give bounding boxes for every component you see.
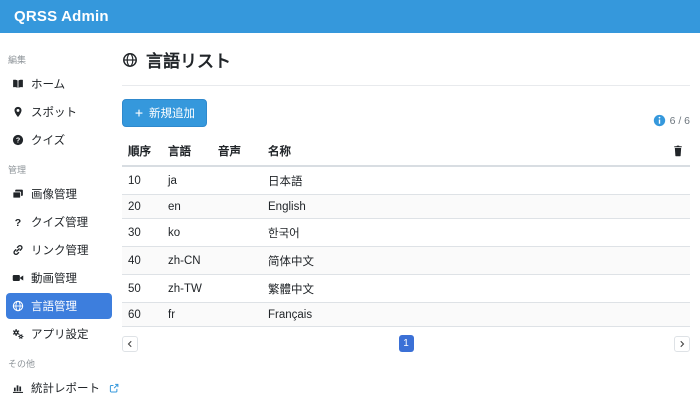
pagination: 1 <box>122 335 690 352</box>
column-header: 順序 <box>122 137 162 167</box>
table-cell: 简体中文 <box>262 246 660 275</box>
map-marker-icon <box>12 106 24 118</box>
globe-icon <box>122 52 138 68</box>
table-cell: English <box>262 194 660 219</box>
table-cell: 한국어 <box>262 218 660 247</box>
sidebar-section-label: その他 <box>8 359 36 369</box>
table-cell <box>212 302 262 327</box>
table-cell: 繁體中文 <box>262 274 660 303</box>
record-count-text: 6 / 6 <box>669 114 690 127</box>
plus-icon <box>134 108 144 118</box>
table-cell: fr <box>162 302 212 327</box>
sidebar-item-label: 画像管理 <box>31 189 77 201</box>
table-cell-action <box>660 302 690 327</box>
table-row[interactable]: 40 zh-CN 简体中文 <box>122 246 690 275</box>
sidebar-item-label: クイズ <box>31 135 66 147</box>
sidebar-item-label: ホーム <box>31 79 66 91</box>
main-content: 言語リスト 新規追加 6 / 6 順序 言語 音声 名称 10 ja 日本語 20 en Eng… <box>118 33 700 400</box>
table-cell: ja <box>162 166 212 195</box>
table-cell: 30 <box>122 218 162 247</box>
sidebar-item-question[interactable]: クイズ管理 <box>6 209 112 235</box>
sidebar-item-label: クイズ管理 <box>31 217 89 229</box>
sidebar-item-link[interactable]: リンク管理 <box>6 237 112 263</box>
record-count: 6 / 6 <box>653 114 690 127</box>
column-header: 音声 <box>212 137 262 167</box>
app-header: QRSS Admin <box>0 0 700 33</box>
table-cell-action <box>660 274 690 303</box>
link-icon <box>12 244 24 256</box>
info-circle-icon <box>653 114 666 127</box>
video-icon <box>12 272 24 284</box>
column-header: 名称 <box>262 137 660 167</box>
chevron-right-icon <box>678 340 686 348</box>
column-header: 言語 <box>162 137 212 167</box>
table-cell-action <box>660 194 690 219</box>
page-title-text: 言語リスト <box>146 52 231 71</box>
sidebar-item-images[interactable]: 画像管理 <box>6 181 112 207</box>
toolbar: 新規追加 6 / 6 <box>122 99 690 127</box>
sidebar-item-question-circle[interactable]: クイズ <box>6 127 112 153</box>
table-cell <box>212 166 262 195</box>
chart-bar-icon <box>12 382 24 394</box>
table-cell <box>212 194 262 219</box>
delete-column-header <box>660 137 690 167</box>
table-cell-action <box>660 246 690 275</box>
table-cell: zh-CN <box>162 246 212 275</box>
table-row[interactable]: 60 fr Français <box>122 302 690 327</box>
table-cell: 60 <box>122 302 162 327</box>
chevron-left-icon <box>126 340 134 348</box>
table-cell <box>212 218 262 247</box>
sidebar-item-label: リンク管理 <box>31 245 89 257</box>
sidebar-item-label: 言語管理 <box>31 301 77 313</box>
table-cell: 20 <box>122 194 162 219</box>
table-cell: ko <box>162 218 212 247</box>
table-cell: 日本語 <box>262 166 660 195</box>
sidebar: 編集 ホーム スポット クイズ 管理 画像管理 クイズ管理 リンク管理 動画管理 言語管理 アプリ設… <box>0 33 118 400</box>
table-row[interactable]: 10 ja 日本語 <box>122 166 690 195</box>
table-cell: zh-TW <box>162 274 212 303</box>
table-body: 10 ja 日本語 20 en English 30 ko 한국어 40 zh-CN 简体中文 50 zh… <box>122 166 690 327</box>
app-title: QRSS Admin <box>14 8 109 25</box>
add-new-label: 新規追加 <box>149 108 195 120</box>
current-page-button[interactable]: 1 <box>398 335 414 352</box>
table-cell: en <box>162 194 212 219</box>
globe-icon <box>12 300 24 312</box>
table-row[interactable]: 50 zh-TW 繁體中文 <box>122 274 690 303</box>
page-title: 言語リスト <box>122 47 690 72</box>
table-cell <box>212 246 262 275</box>
question-icon <box>12 216 24 228</box>
cogs-icon <box>12 328 24 340</box>
trash-icon[interactable] <box>672 145 684 157</box>
sidebar-item-label: アプリ設定 <box>31 329 89 341</box>
sidebar-item-book-open[interactable]: ホーム <box>6 71 112 97</box>
sidebar-item-cogs[interactable]: アプリ設定 <box>6 321 112 347</box>
images-icon <box>12 188 24 200</box>
table-cell: Français <box>262 302 660 327</box>
prev-page-button[interactable] <box>122 335 138 352</box>
table-row[interactable]: 20 en English <box>122 194 690 219</box>
book-open-icon <box>12 78 24 90</box>
question-circle-icon <box>12 134 24 146</box>
language-table: 順序 言語 音声 名称 10 ja 日本語 20 en English 30 ko 한국어 40 zh-C… <box>122 137 690 327</box>
table-cell: 40 <box>122 246 162 275</box>
sidebar-item-globe[interactable]: 言語管理 <box>6 293 112 319</box>
table-cell <box>212 274 262 303</box>
table-cell-action <box>660 218 690 247</box>
sidebar-section-label: 編集 <box>8 55 27 65</box>
table-row[interactable]: 30 ko 한국어 <box>122 218 690 247</box>
sidebar-item-map-marker[interactable]: スポット <box>6 99 112 125</box>
sidebar-item-label: 統計レポート <box>31 383 100 395</box>
sidebar-item-chart-bar[interactable]: 統計レポート <box>6 375 112 400</box>
add-new-button[interactable]: 新規追加 <box>122 99 207 127</box>
table-header-row: 順序 言語 音声 名称 <box>122 137 690 167</box>
sidebar-item-label: 動画管理 <box>31 273 77 285</box>
sidebar-item-video[interactable]: 動画管理 <box>6 265 112 291</box>
table-cell: 10 <box>122 166 162 195</box>
table-cell: 50 <box>122 274 162 303</box>
sidebar-section-label: 管理 <box>8 165 27 175</box>
table-cell-action <box>660 166 690 195</box>
title-divider <box>122 85 690 86</box>
sidebar-item-label: スポット <box>31 107 77 119</box>
next-page-button[interactable] <box>674 335 690 352</box>
